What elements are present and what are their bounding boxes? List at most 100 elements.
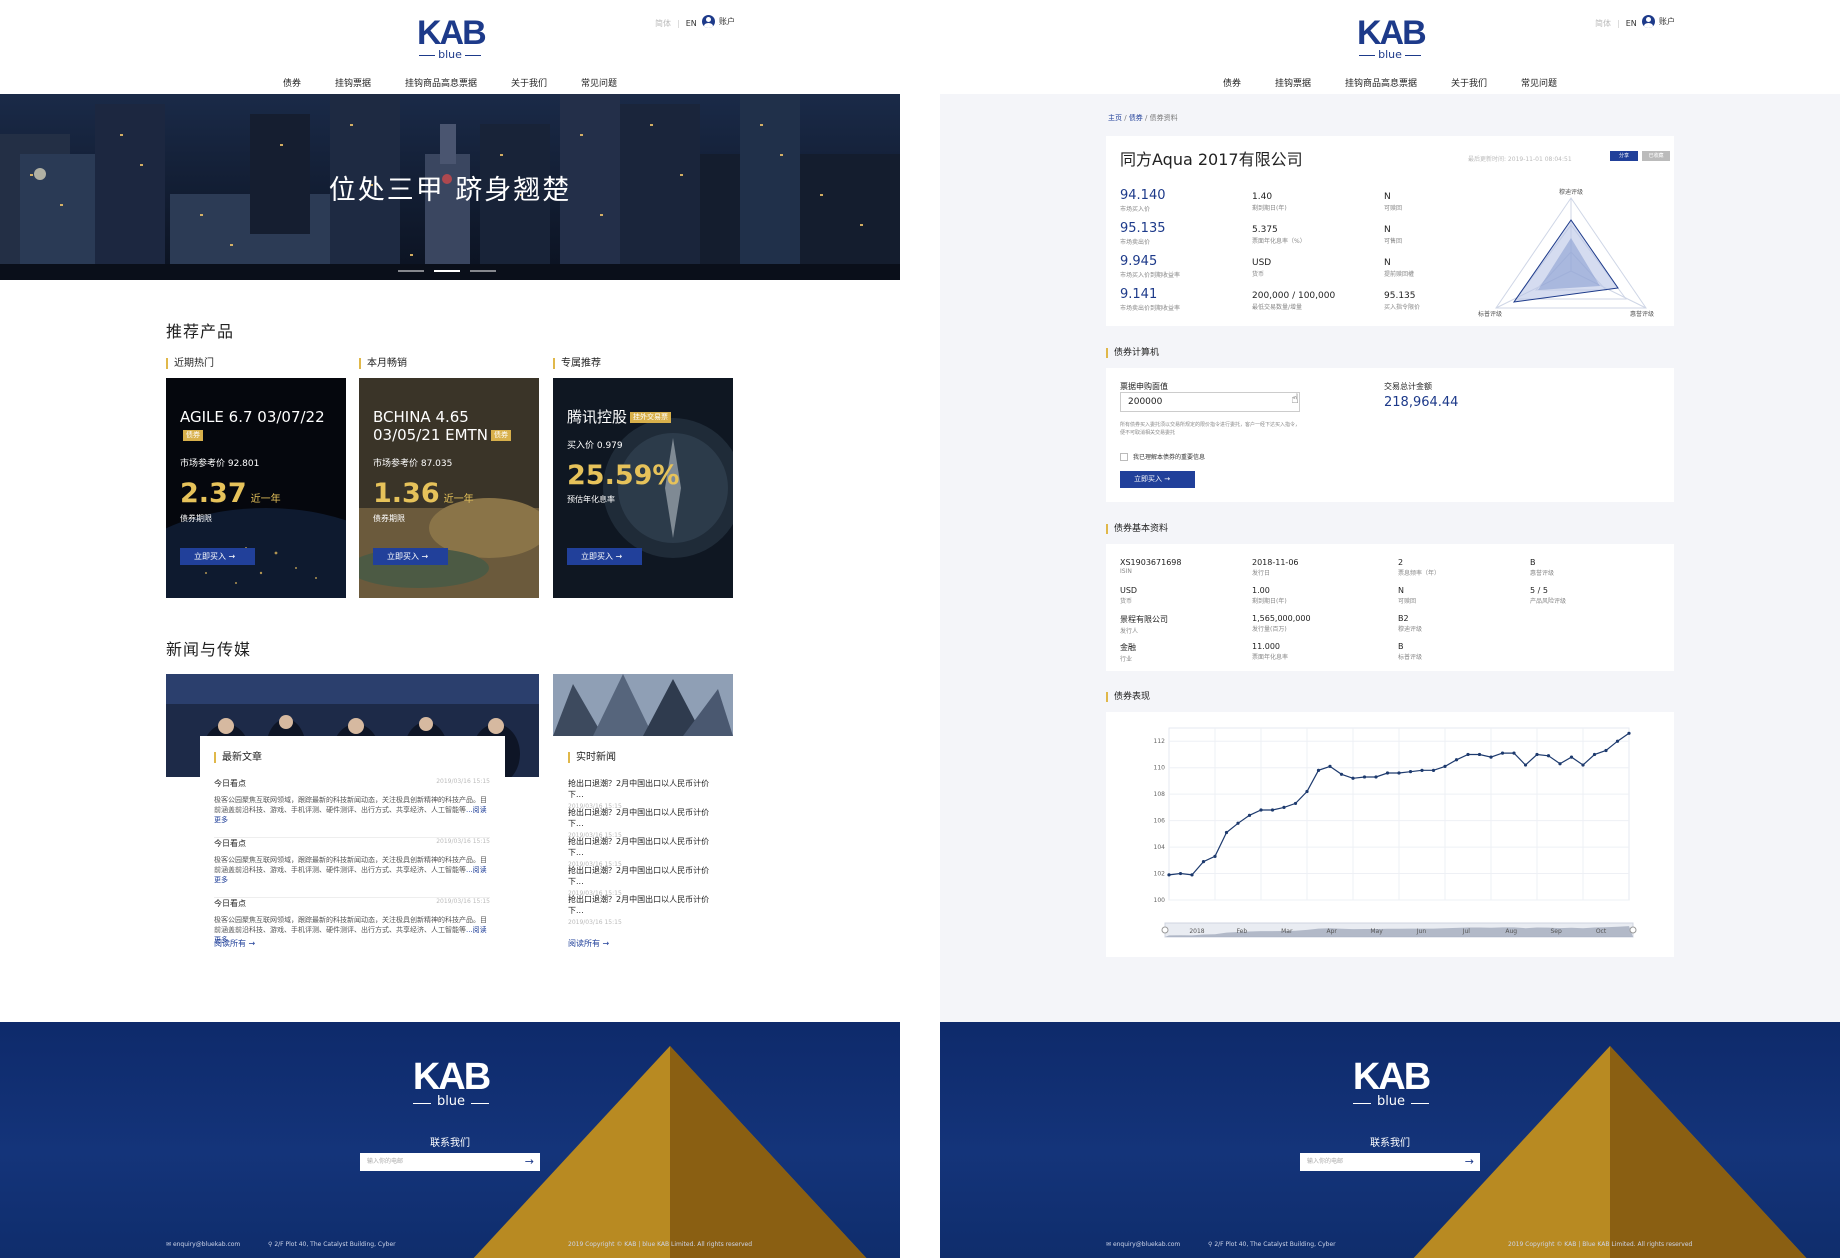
carousel-dot[interactable] [470, 270, 496, 272]
breadcrumb-home[interactable]: 主页 [1108, 114, 1122, 122]
checkbox-icon[interactable] [1120, 452, 1128, 461]
lang-en[interactable]: EN [686, 19, 697, 28]
x-tick-label: Apr [1326, 928, 1337, 935]
bond-info-field: XS1903671698 ISIN [1120, 558, 1182, 575]
nav-linked-notes[interactable]: 挂钩票据 [1275, 76, 1311, 89]
card1-category: 近期热门 [166, 358, 214, 369]
x-tick-label: Mar [1281, 928, 1293, 935]
calculator-note: 所有债券买入委托须以交易所规定的限价指令进行委托，客户一经下达买入指令，便不可取… [1120, 422, 1301, 436]
article-item[interactable]: 今日看点 2019/03/16 15:15 极客公园聚焦互联网领域，跟踪最新的科… [214, 898, 490, 945]
card3-buy-button[interactable]: 立即买入 → [567, 548, 642, 565]
last-updated: 最后更新时间: 2019-11-01 08:04:51 [1468, 156, 1572, 163]
brand-logo[interactable]: KAB blue [417, 16, 487, 60]
email-subscribe-input[interactable]: 输入你的电邮 → [360, 1153, 540, 1171]
product-card-bchina[interactable]: BCHINA 4.65 03/05/21 EMTN 债券 市场参考价 87.035… [359, 378, 539, 598]
x-tick-label: Sep [1550, 928, 1562, 935]
bond-info-field: 2018-11-06 发行日 [1252, 558, 1299, 577]
article-item[interactable]: 今日看点 2019/03/16 15:15 极客公园聚焦互联网领域，跟踪最新的科… [214, 838, 490, 898]
agree-checkbox[interactable]: 我已理解本债券的重要信息 [1120, 452, 1205, 461]
brand-logo[interactable]: KAB blue [1357, 16, 1427, 60]
article-item[interactable]: 今日看点 2019/03/16 15:15 极客公园聚焦互联网领域，跟踪最新的科… [214, 778, 490, 838]
data-point [1167, 873, 1171, 877]
nav-faq[interactable]: 常见问题 [1521, 76, 1557, 89]
data-point [1466, 752, 1470, 757]
y-tick-label: 100 [1154, 897, 1166, 904]
nav-about[interactable]: 关于我们 [511, 76, 547, 89]
x-tick-label: Feb [1237, 928, 1248, 935]
card2-big-value: 1.36 近一年 [373, 478, 474, 509]
product-card-agile[interactable]: AGILE 6.7 03/07/22债券 市场参考价 92.801 2.37 近一… [166, 378, 346, 598]
carousel-dot-active[interactable] [434, 270, 460, 272]
metric-bid: 94.140 市场买入价 [1120, 188, 1166, 213]
article-date: 2019/03/16 15:15 [436, 838, 490, 845]
realtime-news-item[interactable]: 抢出口退潮？2月中国出口以人民币计价下... 2019/03/16 15:15 [568, 836, 723, 868]
metric-coupon: 5.375 票面年化息率（%） [1252, 225, 1306, 245]
y-tick-label: 108 [1154, 791, 1166, 798]
card1-buy-button[interactable]: 立即买入 → [180, 548, 255, 565]
realtime-news-item[interactable]: 抢出口退潮？2月中国出口以人民币计价下... 2019/03/16 15:15 [568, 894, 723, 926]
bond-info-field: 金融 行业 [1120, 643, 1136, 663]
footer-email[interactable]: ✉ enquiry@bluekab.com [166, 1241, 240, 1248]
card2-buy-button[interactable]: 立即买入 → [373, 548, 448, 565]
data-point [1615, 739, 1620, 743]
nav-linked-notes[interactable]: 挂钩票据 [335, 76, 371, 89]
buy-now-button[interactable]: 立即买入 → [1120, 471, 1195, 488]
realtime-news-item[interactable]: 抢出口退潮？2月中国出口以人民币计价下... 2019/03/16 15:15 [568, 807, 723, 839]
account-link[interactable]: 账户 [1642, 15, 1675, 28]
nav-about[interactable]: 关于我们 [1451, 76, 1487, 89]
account-label: 账户 [719, 17, 735, 26]
nav-bonds[interactable]: 债券 [283, 76, 301, 89]
main-nav: 债券 挂钩票据 挂钩商品高息票据 关于我们 常见问题 [940, 76, 1840, 89]
product-card-tencent[interactable]: 腾讯控股 挂外交易票 买入价 0.979 25.59% 预估年化息率 立即买入 → [553, 378, 733, 598]
realtime-news-item[interactable]: 抢出口退潮？2月中国出口以人民币计价下... 2019/03/16 15:15 [568, 865, 723, 897]
lang-zh[interactable]: 简体 [655, 19, 671, 28]
footer-address: ⚲ 2/F Plot 40, The Catalyst Building, Cy… [1208, 1241, 1336, 1248]
footer-email[interactable]: ✉ enquiry@bluekab.com [1106, 1241, 1180, 1248]
data-point [1385, 771, 1390, 775]
user-icon [1642, 15, 1655, 28]
share-button[interactable]: 分享 [1610, 151, 1638, 161]
account-link[interactable]: 账户 [702, 15, 735, 28]
nav-commodity-notes[interactable]: 挂钩商品高息票据 [405, 76, 477, 89]
carousel-dot[interactable] [398, 270, 424, 272]
card2-tag: 债券 [490, 430, 511, 441]
rating-radar-chart: 穆迪评级 标普评级 惠誉评级 [1478, 188, 1654, 318]
data-point [1247, 813, 1252, 817]
data-point [1627, 731, 1631, 735]
read-all-news-link[interactable]: 阅读所有 → [568, 938, 609, 949]
read-all-articles-link[interactable]: 阅读所有 → [214, 938, 255, 949]
data-point [1592, 752, 1597, 757]
nav-faq[interactable]: 常见问题 [581, 76, 617, 89]
nav-bonds[interactable]: 债券 [1223, 76, 1241, 89]
x-tick-label: 2018 [1189, 928, 1204, 935]
email-subscribe-input[interactable]: 输入你的电邮 → [1300, 1153, 1480, 1171]
data-point [1558, 762, 1562, 766]
realtime-news-item[interactable]: 抢出口退潮？2月中国出口以人民币计价下... 2019/03/16 15:15 [568, 778, 723, 810]
nav-commodity-notes[interactable]: 挂钩商品高息票据 [1345, 76, 1417, 89]
y-tick-label: 104 [1154, 844, 1166, 851]
footer-logo[interactable]: KAB blue [1351, 1058, 1431, 1108]
card2-ref-price: 市场参考价 87.035 [373, 459, 453, 469]
metric-maturity: 1.40 剩到期日(年) [1252, 192, 1287, 212]
data-point [1190, 873, 1194, 877]
data-point [1512, 751, 1516, 755]
main-nav: 债券 挂钩票据 挂钩商品高息票据 关于我们 常见问题 [0, 76, 900, 89]
calculator-title: 债券计算机 [1106, 348, 1159, 358]
favorite-button[interactable]: 已收藏 [1642, 151, 1670, 161]
lang-zh[interactable]: 简体 [1595, 19, 1611, 28]
arrow-right-icon[interactable]: → [525, 1153, 534, 1171]
bond-info-field: B 惠誉评级 [1530, 558, 1555, 577]
footer-logo[interactable]: KAB blue [411, 1058, 491, 1108]
breadcrumb-bonds[interactable]: 债券 [1129, 114, 1143, 122]
face-value-input[interactable]: 200000 [1120, 392, 1300, 412]
lang-en[interactable]: EN [1626, 19, 1637, 28]
contact-heading: 联系我们 [1370, 1138, 1410, 1149]
navigator-handle-left [1161, 926, 1169, 934]
radar-label-sp: 标普评级 [1478, 310, 1502, 318]
arrow-right-icon[interactable]: → [1465, 1153, 1474, 1171]
footer-address: ⚲ 2/F Plot 40, The Catalyst Building, Cy… [268, 1241, 396, 1248]
data-point [1604, 748, 1608, 753]
metric-ask: 95.135 市场卖出价 [1120, 221, 1166, 246]
x-tick-label: May [1370, 928, 1383, 935]
data-point [1224, 830, 1229, 835]
